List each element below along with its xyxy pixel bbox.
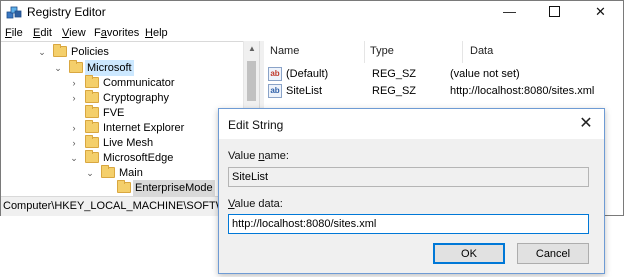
chevron-down-icon[interactable]: ⌄ xyxy=(69,150,79,166)
string-value-icon: ab xyxy=(268,84,282,98)
tree-item-label: Live Mesh xyxy=(103,137,154,149)
tree-item-fve[interactable]: FVE xyxy=(1,105,243,121)
tree-item-label: MicrosoftEdge xyxy=(103,152,174,164)
tree-item-label: Cryptography xyxy=(103,92,170,104)
value-row-default[interactable]: ab (Default) REG_SZ (value not set) xyxy=(264,66,623,83)
menu-file-accel: F xyxy=(5,27,12,39)
value-row-sitelist[interactable]: ab SiteList REG_SZ http://localhost:8080… xyxy=(264,83,623,100)
column-divider[interactable] xyxy=(462,41,463,63)
value-name-label-post: ame: xyxy=(264,150,289,162)
column-header-type[interactable]: Type xyxy=(370,45,394,57)
value-name-label-pre: Value xyxy=(228,150,259,162)
tree-item-live-mesh[interactable]: › Live Mesh xyxy=(1,135,243,151)
value-data: (value not set) xyxy=(450,68,520,80)
menu-favorites[interactable]: Favorites xyxy=(94,27,139,39)
menu-file-rest: ile xyxy=(11,27,23,39)
chevron-right-icon[interactable]: › xyxy=(69,135,79,151)
value-name: (Default) xyxy=(286,68,329,80)
menu-help-rest: elp xyxy=(152,27,168,39)
chevron-right-icon[interactable]: › xyxy=(69,90,79,106)
value-type: REG_SZ xyxy=(372,68,417,80)
tree-item-label: FVE xyxy=(103,107,125,119)
menu-view-rest: iew xyxy=(69,27,86,39)
tree-item-policies[interactable]: ⌄ Policies xyxy=(1,44,243,60)
tree-item-label: Communicator xyxy=(103,77,175,89)
folder-icon xyxy=(69,60,83,73)
tree-item-label: Policies xyxy=(71,46,109,58)
folder-icon xyxy=(101,165,115,178)
tree-item-label: EnterpriseMode xyxy=(133,180,215,196)
title-bar: Registry Editor — ✕ xyxy=(1,1,623,23)
maximize-button[interactable] xyxy=(532,1,577,23)
folder-icon xyxy=(117,180,131,193)
tree-item-communicator[interactable]: › Communicator xyxy=(1,75,243,91)
minimize-button[interactable]: — xyxy=(487,1,532,23)
value-name-label: Value name: xyxy=(228,150,289,162)
folder-icon xyxy=(85,120,99,133)
menu-favorites-rest: vorites xyxy=(106,27,140,39)
tree-item-enterprisemode[interactable]: EnterpriseMode xyxy=(1,180,243,196)
menu-view[interactable]: View xyxy=(62,27,86,39)
value-data-label: Value data: xyxy=(228,198,283,210)
string-value-icon: ab xyxy=(268,67,282,81)
registry-editor-icon xyxy=(6,6,22,19)
value-name-field[interactable] xyxy=(228,167,589,187)
menu-edit-rest: dit xyxy=(40,27,52,39)
folder-icon xyxy=(85,90,99,103)
tree-item-cryptography[interactable]: › Cryptography xyxy=(1,90,243,106)
menu-help-accel: H xyxy=(145,27,153,39)
menu-edit[interactable]: Edit xyxy=(33,27,52,39)
tree-item-microsoftedge[interactable]: ⌄ MicrosoftEdge xyxy=(1,150,243,166)
value-name: SiteList xyxy=(286,85,323,97)
folder-icon xyxy=(85,150,99,163)
value-type: REG_SZ xyxy=(372,85,417,97)
chevron-down-icon[interactable]: ⌄ xyxy=(37,44,47,60)
cancel-button[interactable]: Cancel xyxy=(517,243,589,264)
menu-favorites-pre: F xyxy=(94,27,101,39)
column-header-name[interactable]: Name xyxy=(270,45,299,57)
scroll-up-icon[interactable]: ▲ xyxy=(244,41,260,57)
dialog-title: Edit String xyxy=(228,118,284,132)
tree-item-label: Microsoft xyxy=(85,60,134,76)
menu-help[interactable]: Help xyxy=(145,27,168,39)
chevron-right-icon[interactable]: › xyxy=(69,120,79,136)
value-data-field[interactable] xyxy=(228,214,589,234)
value-data-label-post: alue data: xyxy=(234,198,283,210)
tree-item-main[interactable]: ⌄ Main xyxy=(1,165,243,181)
folder-icon xyxy=(85,75,99,88)
key-path: Computer\HKEY_LOCAL_MACHINE\SOFTWARE\ xyxy=(3,200,252,212)
edit-string-dialog: Edit String ✕ Value name: Value data: OK… xyxy=(218,108,605,274)
tree-item-label: Main xyxy=(119,167,143,179)
dialog-close-button[interactable]: ✕ xyxy=(576,114,596,134)
chevron-right-icon[interactable]: › xyxy=(69,75,79,91)
window-title: Registry Editor xyxy=(27,5,106,19)
maximize-icon xyxy=(549,6,560,18)
tree-item-internet-explorer[interactable]: › Internet Explorer xyxy=(1,120,243,136)
folder-icon xyxy=(53,44,67,57)
tree-item-label: Internet Explorer xyxy=(103,122,185,134)
folder-icon xyxy=(85,105,99,118)
column-header-data[interactable]: Data xyxy=(470,45,493,57)
chevron-down-icon[interactable]: ⌄ xyxy=(85,165,95,181)
chevron-down-icon[interactable]: ⌄ xyxy=(53,60,63,76)
menu-file[interactable]: File xyxy=(5,27,23,39)
value-data: http://localhost:8080/sites.xml xyxy=(450,85,595,97)
column-divider[interactable] xyxy=(364,41,365,63)
scroll-thumb[interactable] xyxy=(247,61,256,101)
ok-button[interactable]: OK xyxy=(433,243,505,264)
tree-item-microsoft[interactable]: ⌄ Microsoft xyxy=(1,60,243,76)
folder-icon xyxy=(85,135,99,148)
dialog-title-bar: Edit String ✕ xyxy=(219,109,604,139)
close-button[interactable]: ✕ xyxy=(578,1,623,23)
